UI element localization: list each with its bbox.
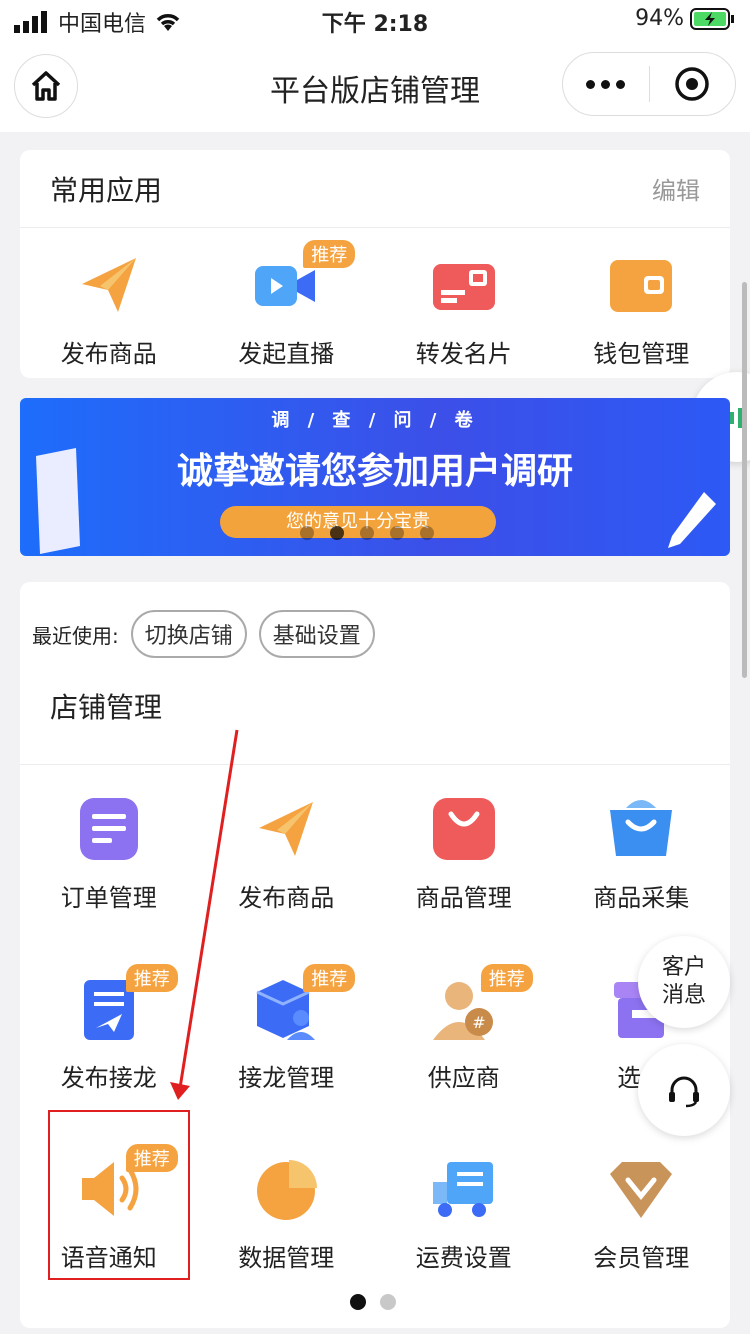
scrollbar[interactable] [742, 282, 747, 678]
recent-used: 最近使用: 切换店铺 基础设置 [32, 610, 375, 658]
headset-icon [669, 1076, 699, 1108]
more-button[interactable] [563, 79, 649, 89]
tool-supplier[interactable]: # 推荐 供应商 [375, 958, 553, 1138]
pie-chart-icon [257, 1160, 318, 1220]
paper-plane-icon [81, 258, 136, 312]
tool-goods-collect[interactable]: 商品采集 [553, 778, 731, 958]
customer-message-button[interactable]: 客户 消息 [638, 936, 730, 1028]
tool-goods-management[interactable]: 商品管理 [375, 778, 553, 958]
bag-icon [432, 798, 495, 860]
common-apps-title: 常用应用 [50, 173, 163, 207]
status-bar: 中国电信 下午 2:18 94% [0, 0, 750, 40]
app-publish-goods[interactable]: 发布商品 [20, 228, 198, 369]
highlight-box [48, 1110, 190, 1280]
recent-chip-basic-settings[interactable]: 基础设置 [258, 610, 375, 658]
paper-plane-icon [259, 802, 314, 856]
paper-decoration-icon [36, 448, 80, 554]
banner-subtitle: 调 / 查 / 问 / 卷 [271, 410, 479, 431]
record-icon [675, 67, 709, 101]
card-icon [432, 264, 495, 310]
order-icon [79, 798, 138, 860]
mini-program-capsule [562, 52, 736, 116]
store-section-title: 店铺管理 [50, 691, 163, 724]
recommend-badge: 推荐 [303, 964, 356, 992]
battery-icon [690, 7, 734, 30]
page-indicator [350, 1294, 396, 1310]
pencil-icon [668, 492, 716, 548]
common-apps-card: 常用应用 编辑 发布商品 推荐 发起直播 转发名片 钱包管理 [20, 150, 730, 378]
tool-order-management[interactable]: 订单管理 [20, 778, 198, 958]
diamond-icon [610, 1162, 673, 1218]
recent-label: 最近使用: [32, 623, 119, 648]
basket-icon [610, 800, 673, 856]
tool-shipping-settings[interactable]: 运费设置 [375, 1138, 553, 1318]
recommend-badge: 推荐 [480, 964, 533, 992]
battery-percent: 94% [635, 6, 684, 31]
tool-relay-management[interactable]: 推荐 接龙管理 [198, 958, 376, 1138]
customer-service-button[interactable] [638, 1044, 730, 1136]
app-wallet[interactable]: 钱包管理 [553, 228, 731, 369]
recommend-badge: 推荐 [303, 240, 356, 268]
nav-bar: 平台版店铺管理 [0, 40, 750, 132]
close-button[interactable] [650, 66, 736, 102]
tool-member-management[interactable]: 会员管理 [553, 1138, 731, 1318]
banner-headline: 诚挚邀请您参加用户调研 [176, 451, 573, 492]
banner-pager [300, 526, 434, 540]
recent-chip-switch-store[interactable]: 切换店铺 [130, 610, 247, 658]
truck-icon [432, 1162, 493, 1217]
app-start-live[interactable]: 推荐 发起直播 [198, 228, 376, 369]
svg-text:#: # [472, 1013, 485, 1032]
app-share-card[interactable]: 转发名片 [375, 228, 553, 369]
recommend-badge: 推荐 [125, 964, 178, 992]
survey-banner[interactable]: 调 / 查 / 问 / 卷 诚挚邀请您参加用户调研 您的意见十分宝贵 [20, 398, 730, 556]
tool-publish-goods[interactable]: 发布商品 [198, 778, 376, 958]
wallet-icon [610, 260, 673, 312]
edit-button[interactable]: 编辑 [652, 171, 700, 206]
tool-data-management[interactable]: 数据管理 [198, 1138, 376, 1318]
